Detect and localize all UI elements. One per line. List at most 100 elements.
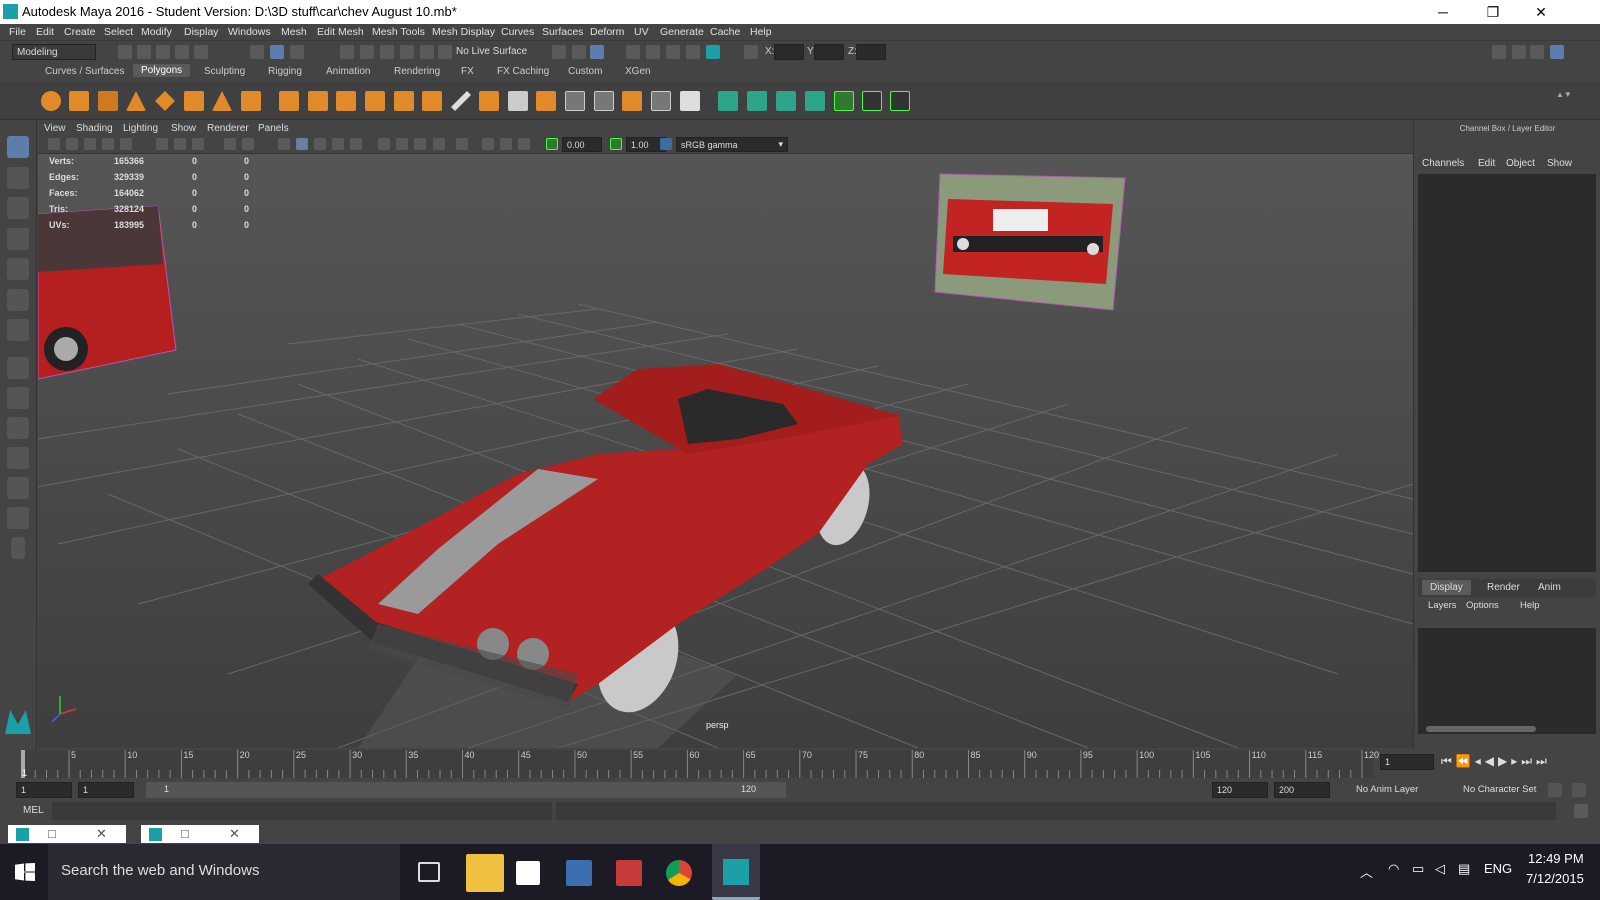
poke-icon[interactable] <box>622 91 642 111</box>
vp-menu-lighting[interactable]: Lighting <box>123 123 158 134</box>
menu-mesh[interactable]: Mesh <box>281 26 307 38</box>
paint-select-icon[interactable] <box>7 197 29 219</box>
menu-help[interactable]: Help <box>750 26 772 38</box>
menu-mesh-display[interactable]: Mesh Display <box>432 26 495 38</box>
menu-curves[interactable]: Curves <box>501 26 534 38</box>
menu-edit[interactable]: Edit <box>36 26 54 38</box>
insert-edge-loop-icon[interactable] <box>508 91 528 111</box>
scale-tool-icon[interactable] <box>7 289 29 311</box>
transform-constraint-icon[interactable] <box>744 45 758 59</box>
isolate-select-icon[interactable] <box>456 138 468 150</box>
shelf-scroll-icon[interactable]: ▲▼ <box>1556 90 1572 112</box>
playback-controls[interactable]: ⏮⏪◂◀▶▸⏭⏭ <box>1441 754 1551 769</box>
tab-render[interactable]: Render <box>1487 582 1520 593</box>
tab-fx-caching[interactable]: FX Caching <box>497 66 549 77</box>
planar-mapping-icon[interactable] <box>718 91 738 111</box>
minimize-button[interactable]: ─ <box>1420 0 1466 24</box>
resolution-gate-icon[interactable] <box>192 138 204 150</box>
time-slider[interactable]: 5 10 15 20 25 30 35 40 45 50 55 60 65 70 75 80 85 90 95 100… <box>0 750 1600 780</box>
shadows-icon[interactable] <box>378 138 390 150</box>
anim-prefs-icon[interactable] <box>1572 783 1586 797</box>
construction-history-icon[interactable] <box>590 45 604 59</box>
four-view-icon[interactable] <box>7 387 29 409</box>
poly-cone-icon[interactable] <box>126 91 146 111</box>
mel-label[interactable]: MEL <box>23 805 44 816</box>
smooth-shade-icon[interactable] <box>296 138 308 150</box>
store-icon[interactable] <box>516 861 540 885</box>
render-settings-icon[interactable] <box>686 45 700 59</box>
layer-list[interactable] <box>1418 628 1596 734</box>
fill-hole-icon[interactable] <box>565 91 585 111</box>
clock-time[interactable]: 12:49 PM <box>1528 851 1584 866</box>
open-scene-icon[interactable] <box>137 45 151 59</box>
snap-grid-icon[interactable] <box>340 45 354 59</box>
persp-outliner-icon[interactable] <box>7 477 29 499</box>
search-box[interactable]: Search the web and Windows <box>48 844 400 900</box>
safe-title-icon[interactable] <box>242 138 254 150</box>
side-by-side-icon[interactable] <box>7 417 29 439</box>
menu-file[interactable]: File <box>9 26 26 38</box>
smooth-icon[interactable] <box>365 91 385 111</box>
attribute-editor-icon[interactable] <box>1512 45 1526 59</box>
poly-prism-icon[interactable] <box>184 91 204 111</box>
snap-live-icon[interactable] <box>420 45 434 59</box>
save-scene-icon[interactable] <box>156 45 170 59</box>
tray-chevron-icon[interactable]: ︿ <box>1360 862 1373 881</box>
layer-scrollbar[interactable] <box>1426 726 1536 732</box>
safe-action-icon[interactable] <box>224 138 236 150</box>
z-field[interactable] <box>856 44 886 60</box>
ambient-occlusion-icon[interactable] <box>396 138 408 150</box>
lasso-tool-icon[interactable] <box>7 167 29 189</box>
snap-curve-icon[interactable] <box>360 45 374 59</box>
new-scene-icon[interactable] <box>118 45 132 59</box>
clock-date[interactable]: 7/12/2015 <box>1526 871 1584 886</box>
xray-icon[interactable] <box>482 138 494 150</box>
image-plane-icon[interactable] <box>102 138 114 150</box>
anim-layer-dropdown[interactable]: No Anim Layer <box>1356 784 1418 795</box>
tab-display[interactable]: Display <box>1422 580 1471 595</box>
menu-select[interactable]: Select <box>104 26 133 38</box>
ipr-render-icon[interactable] <box>666 45 680 59</box>
use-lights-icon[interactable] <box>350 138 362 150</box>
poly-torus-icon[interactable] <box>155 91 175 111</box>
select-object-icon[interactable] <box>270 45 284 59</box>
vp-menu-show[interactable]: Show <box>171 123 196 134</box>
windows-start-icon[interactable] <box>15 863 35 881</box>
hypershade-icon[interactable] <box>706 45 720 59</box>
poly-sphere-icon[interactable] <box>41 91 61 111</box>
bevel-icon[interactable] <box>479 91 499 111</box>
snap-point-icon[interactable] <box>380 45 394 59</box>
vp-menu-renderer[interactable]: Renderer <box>207 123 249 134</box>
uv-toolkit-icon[interactable] <box>890 91 910 111</box>
exposure-icon[interactable] <box>546 138 558 150</box>
end-frame-field[interactable]: 200 <box>1274 782 1330 798</box>
notifications-icon[interactable]: ▤ <box>1458 861 1470 877</box>
automatic-mapping-icon[interactable] <box>805 91 825 111</box>
extrude-icon[interactable] <box>394 91 414 111</box>
tool-settings-icon[interactable] <box>1530 45 1544 59</box>
uv-editor-icon[interactable] <box>834 91 854 111</box>
menu-generate[interactable]: Generate <box>660 26 704 38</box>
close-icon[interactable]: ✕ <box>96 826 107 842</box>
mirror-icon[interactable] <box>336 91 356 111</box>
collapse-icon[interactable] <box>680 91 700 111</box>
bridge-icon[interactable] <box>422 91 442 111</box>
camera-icon[interactable] <box>66 138 78 150</box>
vp-menu-panels[interactable]: Panels <box>258 123 289 134</box>
tab-curves-surfaces[interactable]: Curves / Surfaces <box>45 66 124 77</box>
tab-rigging[interactable]: Rigging <box>268 66 302 77</box>
menu-edit-mesh[interactable]: Edit Mesh <box>317 26 364 38</box>
tab-rendering[interactable]: Rendering <box>394 66 440 77</box>
vp-menu-shading[interactable]: Shading <box>76 123 113 134</box>
restore-icon[interactable]: □ <box>181 826 189 841</box>
textured-icon[interactable] <box>332 138 344 150</box>
rotate-tool-icon[interactable] <box>7 258 29 280</box>
command-input[interactable] <box>52 802 552 820</box>
wedge-icon[interactable] <box>651 91 671 111</box>
combine-icon[interactable] <box>279 91 299 111</box>
file-explorer-icon[interactable] <box>466 854 504 892</box>
auto-key-icon[interactable] <box>1548 783 1562 797</box>
close-icon[interactable]: ✕ <box>229 826 240 842</box>
poly-pipe-icon[interactable] <box>241 91 261 111</box>
append-polygon-icon[interactable] <box>536 91 556 111</box>
